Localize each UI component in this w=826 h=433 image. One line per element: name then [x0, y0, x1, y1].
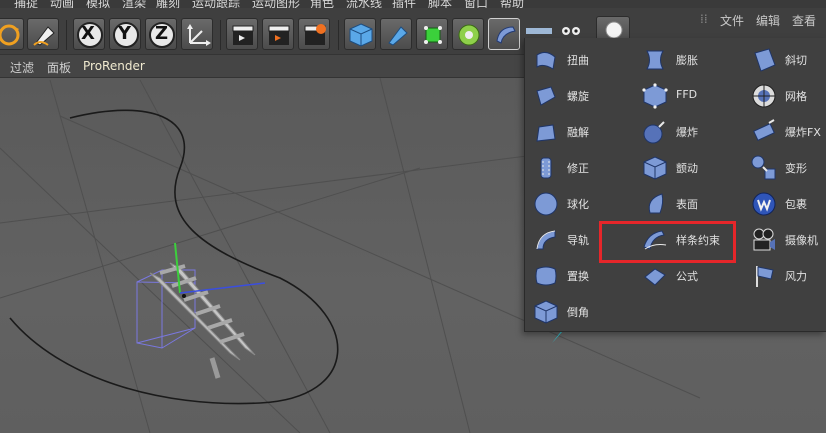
menu-bar: 捕捉 动画 模拟 渲染 雕刻 运动跟踪 运动图形 角色 流水线 插件 脚本 窗口…: [0, 0, 826, 8]
cube-icon: [349, 23, 373, 47]
deformer-menu: 扭曲 螺旋 融解 修正 球化 导轨 置换 倒角 膨胀 FFD 爆炸 颤动 表面 …: [524, 38, 826, 332]
bulge-icon: [646, 50, 664, 70]
camera-icon: [753, 228, 775, 251]
highlight-box: [599, 221, 736, 263]
toolbar-separator: [66, 20, 67, 50]
render-settings-button[interactable]: [298, 18, 330, 50]
cloner-button[interactable]: [452, 18, 484, 50]
render-view-button[interactable]: [226, 18, 258, 50]
helix-icon: [536, 86, 556, 106]
coordinate-system-button[interactable]: [181, 18, 213, 50]
pen-icon: [33, 26, 55, 46]
cloner-icon: [458, 24, 480, 46]
wrap-icon: [752, 192, 776, 216]
rail-icon: [536, 230, 556, 250]
menu-script[interactable]: 脚本: [428, 0, 452, 8]
x-axis-label: X: [81, 23, 95, 44]
menu-motion-tracking[interactable]: 运动跟踪: [192, 0, 240, 8]
ladder-object[interactable]: [149, 262, 256, 379]
toolbar-separator: [220, 20, 221, 50]
z-axis-lock-button[interactable]: Z: [145, 18, 177, 50]
cube-object-button[interactable]: [344, 18, 376, 50]
jiggle-icon: [643, 156, 667, 180]
displace-icon: [535, 266, 557, 286]
menu-sculpt[interactable]: 雕刻: [156, 0, 180, 8]
mesh-icon: [752, 84, 776, 108]
clapperboard-icon: [232, 25, 254, 45]
melt-icon: [536, 124, 556, 142]
explosion-icon: [643, 121, 665, 144]
formula-icon: [644, 268, 666, 286]
y-axis-lock-button[interactable]: Y: [109, 18, 141, 50]
tab-file[interactable]: 文件: [720, 12, 744, 29]
correction-icon: [540, 157, 552, 179]
panel-grip-icon: ⁞⁞: [700, 12, 708, 26]
menu-prorender[interactable]: ProRender: [83, 59, 145, 73]
x-axis-lock-button[interactable]: X: [73, 18, 105, 50]
pen-spline-button[interactable]: [380, 18, 412, 50]
bevel-icon: [534, 300, 558, 324]
twist-icon: [536, 51, 556, 70]
ffd-icon: [642, 83, 668, 109]
tab-view[interactable]: 查看: [792, 12, 816, 29]
menu-mograph[interactable]: 运动图形: [252, 0, 300, 8]
y-axis-label: Y: [118, 23, 132, 44]
menu-animate[interactable]: 动画: [50, 0, 74, 8]
subdivision-surface-button[interactable]: [416, 18, 448, 50]
menu-simulate[interactable]: 模拟: [86, 0, 110, 8]
surface-icon: [648, 193, 664, 214]
wind-icon: [756, 266, 774, 287]
coordinate-axes-icon: [187, 24, 211, 46]
menu-filter[interactable]: 过滤: [10, 59, 34, 76]
z-axis-label: Z: [155, 23, 169, 44]
rotate-icon: [0, 24, 20, 46]
live-select-button[interactable]: [27, 18, 59, 50]
menu-window[interactable]: 窗口: [464, 0, 488, 8]
clapperboard-gear-icon: [304, 24, 326, 45]
deformer-bend-icon: [496, 26, 516, 44]
menu-render[interactable]: 渲染: [122, 0, 146, 8]
toolbar-separator: [338, 20, 339, 50]
menu-help[interactable]: 帮助: [500, 0, 524, 8]
render-picture-viewer-button[interactable]: [262, 18, 294, 50]
menu-panel[interactable]: 面板: [47, 59, 71, 76]
tab-edit[interactable]: 编辑: [756, 12, 780, 29]
menu-plugins[interactable]: 插件: [392, 0, 416, 8]
spherify-icon: [534, 192, 558, 216]
subdivision-cube-icon: [424, 26, 442, 44]
menu-pipeline[interactable]: 流水线: [346, 0, 382, 8]
menu-character[interactable]: 角色: [310, 0, 334, 8]
shear-icon: [754, 48, 776, 72]
deformer-button[interactable]: [488, 18, 520, 50]
spline-curve[interactable]: [9, 109, 339, 405]
explosion-fx-icon: [753, 119, 775, 141]
spline-pen-icon: [388, 26, 408, 46]
morph-icon: [751, 155, 776, 180]
rotate-tool-button[interactable]: [0, 18, 24, 50]
menu-snap[interactable]: 捕捉: [14, 0, 38, 8]
clapperboard-render-icon: [268, 25, 290, 45]
